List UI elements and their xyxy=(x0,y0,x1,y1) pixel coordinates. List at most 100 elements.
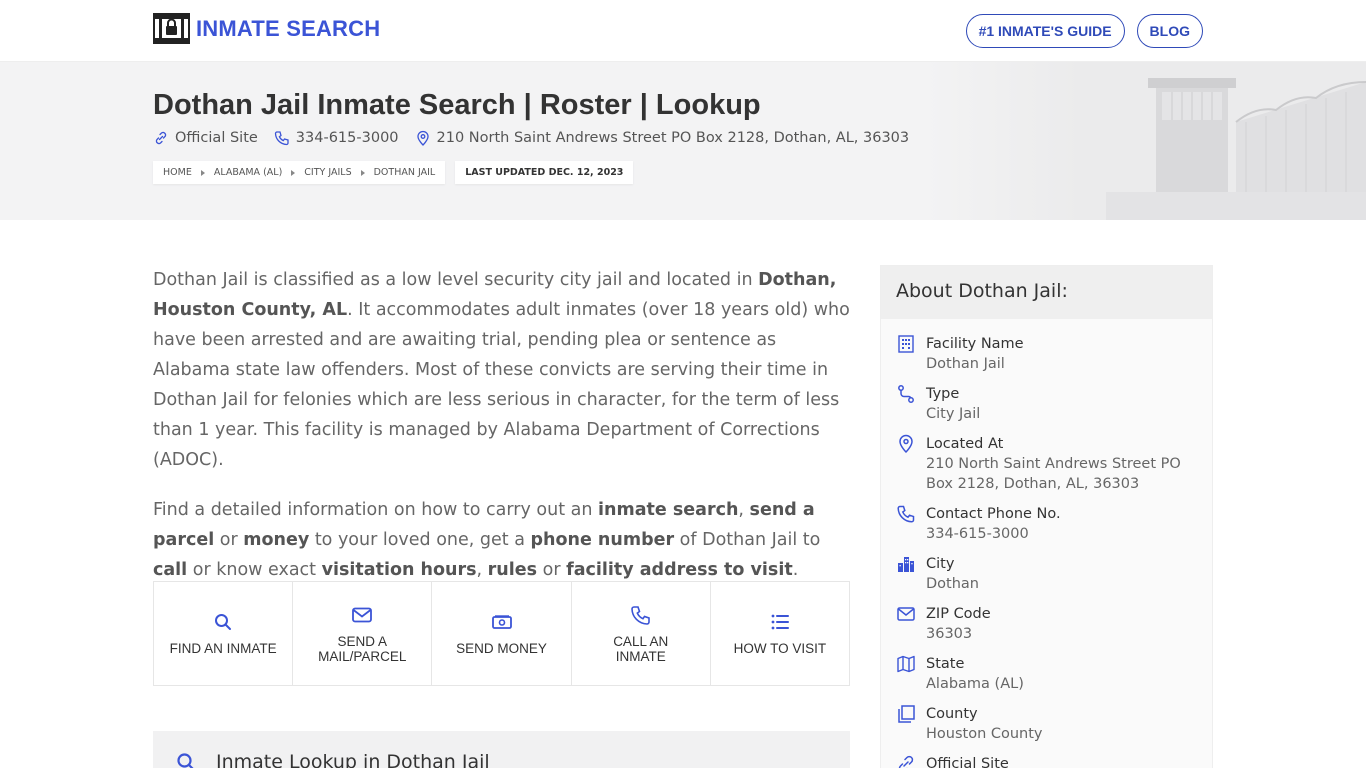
city-icon xyxy=(898,557,914,572)
highlight-text: visitation hours xyxy=(321,560,477,580)
tile-label: SEND A xyxy=(337,633,388,649)
tile-label-line-2: INMATE xyxy=(615,648,666,664)
fact-contact-phone: Contact Phone No. 334-615-3000 xyxy=(896,504,1206,544)
action-tiles: FIND AN INMATE SEND A MAIL/PARCEL SEND MO… xyxy=(153,581,850,686)
body-text: or xyxy=(537,560,567,580)
address-text: 210 North Saint Andrews Street PO Box 21… xyxy=(436,130,910,146)
site-header: INMATE SEARCH #1 INMATE'S GUIDE BLOG xyxy=(0,0,1366,62)
copy-icon xyxy=(898,705,915,723)
list-icon xyxy=(771,614,789,630)
body-text: . It accommodates adult inmates (over 18… xyxy=(153,300,850,470)
body-text: Dothan Jail is classified as a low level… xyxy=(153,270,759,290)
fact-label: Facility Name xyxy=(926,336,1024,352)
blog-button[interactable]: BLOG xyxy=(1136,14,1203,48)
inmate-lookup-section: Inmate Lookup in Dothan Jail xyxy=(153,731,850,768)
tile-label: SEND MONEY xyxy=(456,641,547,656)
phone-number: 334-615-3000 xyxy=(295,130,399,146)
top-nav: #1 INMATE'S GUIDE BLOG xyxy=(965,14,1203,48)
body-text: , xyxy=(476,560,488,580)
fact-located-at: Located At 210 North Saint Andrews Street… xyxy=(896,434,1206,494)
address-link[interactable]: 210 North Saint Andrews Street PO Box 21… xyxy=(415,130,910,146)
fact-facility-name: Facility Name Dothan Jail xyxy=(896,334,1206,374)
last-updated-badge: LAST UPDATED DEC. 12, 2023 xyxy=(455,161,634,184)
fact-value: 334-615-3000 xyxy=(926,526,1029,542)
highlight-text: phone number xyxy=(530,530,675,550)
mail-icon xyxy=(897,607,915,621)
body-text: Find a detailed information on how to ca… xyxy=(153,500,599,520)
inmate-lookup-heading: Inmate Lookup in Dothan Jail xyxy=(216,751,490,768)
tile-label: FIND AN INMATE xyxy=(169,641,277,656)
fact-label: County xyxy=(926,706,978,722)
facility-meta: Official Site 334-615-3000 210 North Sai… xyxy=(153,130,925,146)
breadcrumb-city-jails[interactable]: CITY JAILS xyxy=(304,167,351,178)
fact-label: State xyxy=(926,656,965,672)
map-icon xyxy=(897,655,915,673)
find-inmate-tile[interactable]: FIND AN INMATE xyxy=(154,582,294,685)
link-icon xyxy=(155,131,167,145)
phone-icon xyxy=(897,505,915,523)
breadcrumb-alabama[interactable]: ALABAMA (AL) xyxy=(214,167,282,178)
search-icon xyxy=(177,753,194,768)
body-text: of Dothan Jail to xyxy=(674,530,821,550)
fact-value: 210 North Saint Andrews Street PO Box 21… xyxy=(926,456,1181,492)
breadcrumb-trail: HOME ALABAMA (AL) CITY JAILS DOTHAN JAIL xyxy=(153,161,446,184)
intro-text: Dothan Jail is classified as a low level… xyxy=(153,265,853,605)
fact-value: Dothan xyxy=(926,576,979,592)
site-logo[interactable]: INMATE SEARCH xyxy=(153,13,380,44)
breadcrumb: HOME ALABAMA (AL) CITY JAILS DOTHAN JAIL… xyxy=(153,161,634,184)
building-icon xyxy=(898,335,914,353)
about-facility-panel: About Dothan Jail: Facility Name Dothan J… xyxy=(880,265,1213,768)
route-icon xyxy=(898,385,914,403)
tile-label: HOW TO VISIT xyxy=(733,641,827,656)
money-icon xyxy=(491,615,512,629)
map-pin-icon xyxy=(899,434,913,454)
breadcrumb-home[interactable]: HOME xyxy=(163,167,192,178)
highlight-text: money xyxy=(243,530,310,550)
fact-label: Official Site xyxy=(926,756,1009,768)
fact-label: ZIP Code xyxy=(926,606,991,622)
about-panel-title: About Dothan Jail: xyxy=(881,266,1212,319)
breadcrumb-separator-icon xyxy=(200,169,205,176)
search-icon xyxy=(215,614,232,630)
how-to-visit-tile[interactable]: HOW TO VISIT xyxy=(711,582,849,685)
fact-label: Located At xyxy=(926,436,1004,452)
body-text: . xyxy=(792,560,799,580)
mail-icon xyxy=(352,607,373,622)
logo-text: INMATE SEARCH xyxy=(196,15,381,41)
fact-zip-code: ZIP Code 36303 xyxy=(896,604,1206,644)
fact-label: Contact Phone No. xyxy=(926,506,1061,522)
fact-value: Houston County xyxy=(926,726,1043,742)
tile-label-line-2: MAIL/PARCEL xyxy=(318,648,407,664)
prison-tower-illustration xyxy=(926,62,1366,220)
official-site-link[interactable]: Official Site xyxy=(153,130,258,146)
link-icon xyxy=(898,755,914,768)
fact-county: County Houston County xyxy=(896,704,1206,744)
fact-city: City Dothan xyxy=(896,554,1206,594)
body-text: or know exact xyxy=(187,560,322,580)
highlight-text: rules xyxy=(487,560,538,580)
fact-value: Dothan Jail xyxy=(926,356,1005,372)
fact-official-site[interactable]: Official Site xyxy=(896,754,1009,768)
highlight-text: facility address to visit xyxy=(566,560,793,580)
page-title: Dothan Jail Inmate Search | Roster | Loo… xyxy=(153,89,761,121)
breadcrumb-separator-icon xyxy=(360,169,365,176)
body-text: , xyxy=(738,500,750,520)
fact-value: Alabama (AL) xyxy=(926,676,1024,692)
fact-value: City Jail xyxy=(926,406,981,422)
phone-icon xyxy=(630,605,650,625)
official-site-label: Official Site xyxy=(175,130,258,146)
send-money-tile[interactable]: SEND MONEY xyxy=(432,582,572,685)
fact-label: Type xyxy=(926,386,960,402)
send-mail-tile[interactable]: SEND A MAIL/PARCEL xyxy=(293,582,433,685)
jail-logo-icon xyxy=(153,13,190,44)
tile-label: CALL AN xyxy=(613,633,669,649)
call-inmate-tile[interactable]: CALL AN INMATE xyxy=(572,582,711,685)
inmates-guide-button[interactable]: #1 INMATE'S GUIDE xyxy=(965,14,1125,48)
body-text: to your loved one, get a xyxy=(309,530,531,550)
highlight-text: inmate search xyxy=(598,500,739,520)
phone-icon xyxy=(274,131,289,146)
intro-paragraph-1: Dothan Jail is classified as a low level… xyxy=(153,265,853,475)
phone-link[interactable]: 334-615-3000 xyxy=(274,130,399,146)
fact-label: City xyxy=(926,556,955,572)
breadcrumb-dothan-jail[interactable]: DOTHAN JAIL xyxy=(374,167,436,178)
